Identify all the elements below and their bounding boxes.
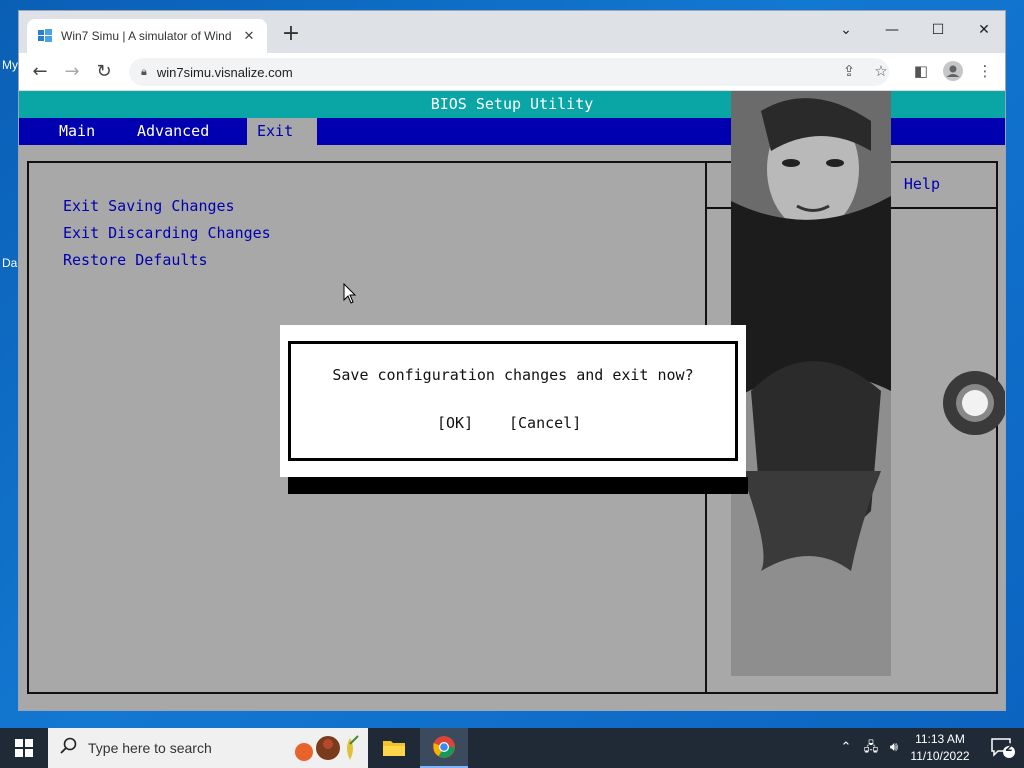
- taskbar: Type here to search ⌃ 🖧︎ 🔊︎ 11:13 AM 11/…: [0, 728, 1024, 768]
- side-panel-icon[interactable]: ◧: [909, 58, 933, 84]
- record-button[interactable]: [943, 371, 1005, 435]
- confirm-dialog: Save configuration changes and exit now?…: [280, 325, 746, 477]
- desktop-icon-label[interactable]: Da: [2, 256, 17, 270]
- record-ring-icon: [956, 384, 994, 422]
- bios-tab-advanced[interactable]: Advanced: [127, 118, 219, 145]
- profile-avatar-icon[interactable]: [941, 58, 965, 84]
- folder-icon: [383, 741, 405, 756]
- search-placeholder: Type here to search: [88, 740, 212, 756]
- share-icon[interactable]: ⇪: [837, 58, 861, 84]
- forward-arrow-icon[interactable]: →: [59, 59, 85, 85]
- new-tab-button[interactable]: +: [279, 23, 303, 47]
- address-url: win7simu.visnalize.com: [156, 64, 293, 80]
- tab-title: Win7 Simu | A simulator of Wind: [61, 29, 232, 43]
- search-highlight-art-icon: [292, 734, 362, 762]
- chrome-taskbar-button[interactable]: [420, 728, 468, 768]
- exit-discarding-changes-item[interactable]: Exit Discarding Changes: [63, 224, 271, 242]
- browser-toolbar: ← → ↻ 🔒︎ win7simu.visnalize.com ⇪ ☆ ◧ ⋮: [19, 53, 1005, 91]
- cancel-button[interactable]: [Cancel]: [509, 414, 581, 432]
- taskbar-search-box[interactable]: Type here to search: [48, 728, 368, 768]
- maximize-button[interactable]: ☐: [915, 15, 961, 45]
- notification-count-badge: 2: [1005, 741, 1013, 754]
- close-window-button[interactable]: ✕: [961, 15, 1005, 45]
- dialog-frame: Save configuration changes and exit now?…: [288, 341, 738, 461]
- clock-date: 11/10/2022: [910, 749, 970, 763]
- restore-defaults-item[interactable]: Restore Defaults: [63, 251, 208, 269]
- browser-tab[interactable]: Win7 Simu | A simulator of Wind ✕: [27, 19, 267, 53]
- lock-icon: 🔒︎: [141, 65, 147, 78]
- notification-center-button[interactable]: 2: [982, 728, 1024, 768]
- mouse-cursor-icon: [343, 282, 357, 309]
- clock-time: 11:13 AM: [915, 732, 965, 746]
- ok-button[interactable]: [OK]: [437, 414, 473, 432]
- exit-saving-changes-item[interactable]: Exit Saving Changes: [63, 197, 235, 215]
- browser-window: Win7 Simu | A simulator of Wind ✕ + ⌄ — …: [18, 10, 1006, 711]
- dialog-shadow: [288, 477, 748, 494]
- tray-chevron-icon[interactable]: ⌃: [836, 728, 856, 768]
- page-viewport: BIOS Setup Utility Main Advanced Exit Ex…: [19, 91, 1005, 710]
- bookmark-star-icon[interactable]: ☆: [869, 58, 893, 84]
- network-icon[interactable]: 🖧︎: [860, 728, 882, 768]
- start-button[interactable]: [0, 728, 48, 768]
- back-arrow-icon[interactable]: ←: [27, 59, 53, 85]
- dialog-message: Save configuration changes and exit now?: [332, 366, 694, 384]
- tab-close-icon[interactable]: ✕: [241, 28, 257, 44]
- search-icon: [60, 737, 80, 760]
- tab-strip: Win7 Simu | A simulator of Wind ✕ + ⌄ — …: [19, 11, 1005, 53]
- file-explorer-button[interactable]: [370, 728, 418, 768]
- win7-favicon-icon: [37, 28, 53, 44]
- help-title: Help: [903, 175, 940, 193]
- bios-tab-main[interactable]: Main: [49, 118, 105, 145]
- chrome-icon: [433, 736, 455, 758]
- portrait-image: [731, 91, 891, 676]
- windows-logo-icon: [15, 739, 33, 757]
- reload-icon[interactable]: ↻: [91, 59, 117, 85]
- clock[interactable]: 11:13 AM 11/10/2022: [900, 731, 980, 765]
- kebab-menu-icon[interactable]: ⋮: [973, 58, 997, 84]
- bios-tab-exit[interactable]: Exit: [247, 118, 317, 145]
- address-bar[interactable]: 🔒︎ win7simu.visnalize.com: [129, 58, 889, 86]
- desktop-icon-label[interactable]: My: [2, 58, 18, 72]
- minimize-button[interactable]: —: [869, 15, 915, 45]
- tab-search-dropdown-icon[interactable]: ⌄: [823, 15, 869, 45]
